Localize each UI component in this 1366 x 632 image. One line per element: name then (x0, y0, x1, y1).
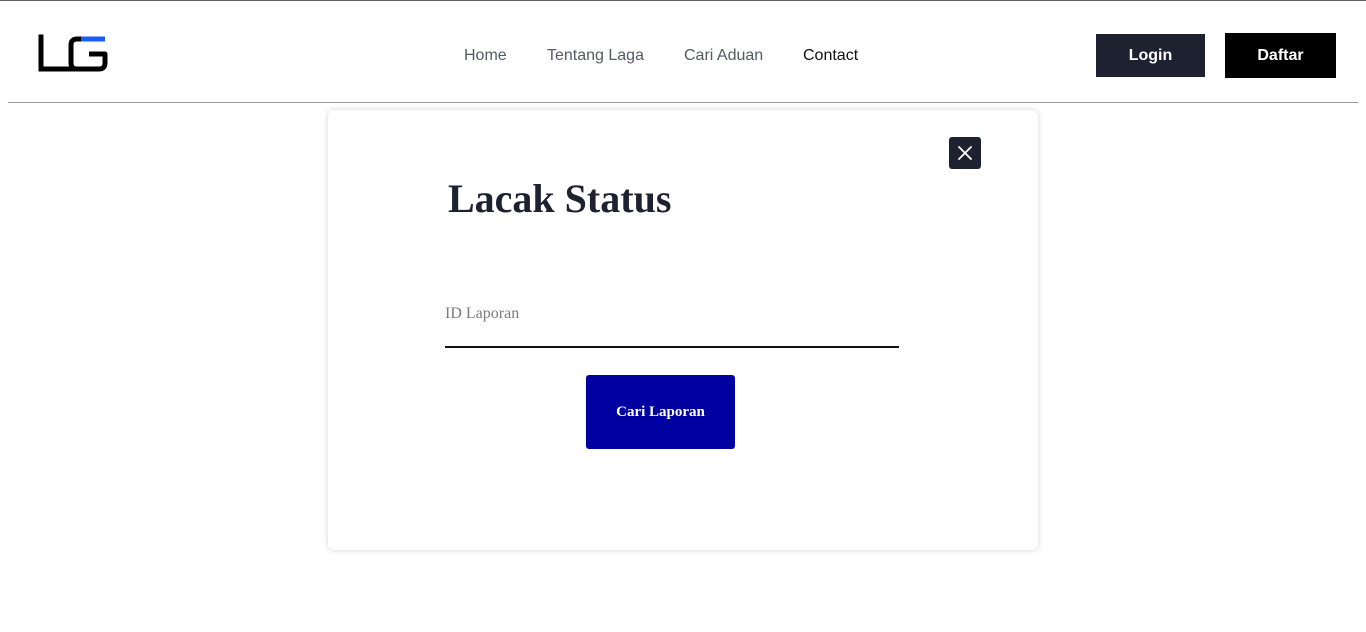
register-button[interactable]: Daftar (1225, 33, 1336, 78)
report-id-input[interactable] (445, 300, 899, 346)
login-button[interactable]: Login (1096, 34, 1205, 77)
report-id-field-wrapper (445, 300, 899, 348)
modal-title: Lacak Status (448, 176, 672, 221)
nav-cari-aduan[interactable]: Cari Aduan (684, 46, 763, 66)
nav-tentang-laga[interactable]: Tentang Laga (547, 46, 644, 66)
search-report-button[interactable]: Cari Laporan (586, 375, 735, 449)
track-status-modal: Lacak Status Cari Laporan (328, 110, 1038, 550)
navbar: Home Tentang Laga Cari Aduan Contact Log… (0, 1, 1366, 102)
nav-home[interactable]: Home (464, 46, 507, 66)
close-icon (958, 146, 972, 160)
nav-divider (8, 102, 1358, 103)
close-button[interactable] (949, 137, 981, 169)
nav-contact[interactable]: Contact (803, 46, 858, 66)
